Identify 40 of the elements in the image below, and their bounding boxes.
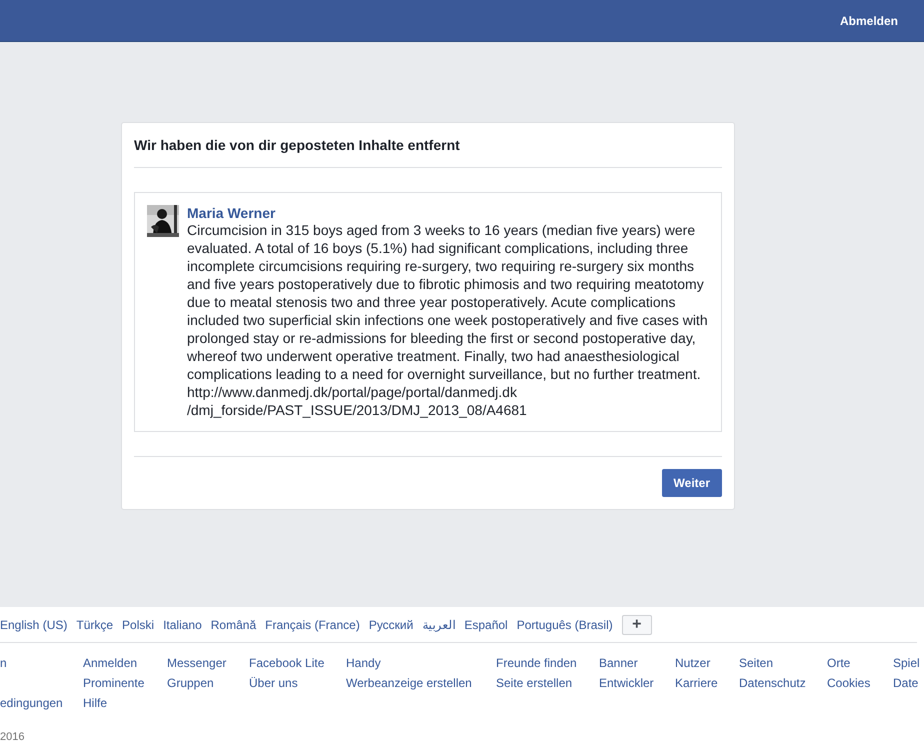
footer-link[interactable]: Orte: [827, 653, 893, 673]
footer-link[interactable]: Seite erstellen: [496, 673, 599, 693]
post-text: Circumcision in 315 boys aged from 3 weeks to 16 years (median five years) were evaluated. A total of 16 boys (5.1%) had significant complications, including three incomplete circumcisions requiring re-surgery, two requiring re-surgery six months and five years postoperatively due to fibrotic phimosis and two requiring meatotomy due to meatal stenosis two and three year postoperatively. Acute complications included two superficial skin infections one week postoperatively and five cases with prolonged stay or re-admissions for bleeding the first or second postoperative day, whereof two underwent operative treatment. Finally, two had anaesthesiological complications leading to a need for overnight surveillance, but no further treatment. http://www.danmedj.dk/portal/page/portal/danmedj.dk /dmj_forside/PAST_ISSUE/2013/DMJ_2013_08/A4681: [187, 221, 709, 419]
footer-link[interactable]: Date: [893, 673, 924, 693]
footer-link[interactable]: Anmelden: [83, 653, 167, 673]
footer-link[interactable]: Über uns: [249, 673, 346, 693]
language-link[interactable]: English (US): [0, 618, 68, 632]
add-language-button[interactable]: +: [622, 615, 652, 635]
footer-link[interactable]: Prominente: [83, 673, 167, 693]
footer-link[interactable]: Messenger: [167, 653, 249, 673]
footer-link[interactable]: Spiel: [893, 653, 924, 673]
footer-link[interactable]: Facebook Lite: [249, 653, 346, 673]
footer-link[interactable]: Handy: [346, 653, 496, 673]
language-link[interactable]: Italiano: [163, 618, 202, 632]
footer-link[interactable]: Nutzer: [675, 653, 739, 673]
footer-link[interactable]: edingungen: [0, 693, 83, 713]
language-link[interactable]: Español: [464, 618, 508, 632]
footer-link[interactable]: Hilfe: [83, 693, 167, 713]
footer-link[interactable]: Datenschutz: [739, 673, 827, 693]
language-link[interactable]: العربية: [422, 618, 456, 632]
language-link[interactable]: Français (France): [265, 618, 360, 632]
language-link[interactable]: Português (Brasil): [516, 618, 613, 632]
language-link[interactable]: Türkçe: [76, 618, 114, 632]
language-link[interactable]: Română: [210, 618, 256, 632]
footer-link[interactable]: Banner: [599, 653, 675, 673]
footer-link[interactable]: n: [0, 653, 83, 673]
dialog-title: Wir haben die von dir geposteten Inhalte entfernt: [134, 123, 722, 168]
author-link[interactable]: Maria Werner: [187, 204, 276, 222]
footer-link[interactable]: Cookies: [827, 673, 893, 693]
footer-link[interactable]: Seiten: [739, 653, 827, 673]
footer-link[interactable]: Gruppen: [167, 673, 249, 693]
footer-link[interactable]: Werbeanzeige erstellen: [346, 673, 496, 693]
copyright-text: 2016: [0, 731, 26, 743]
next-button[interactable]: Weiter: [662, 469, 722, 497]
logout-link[interactable]: Abmelden: [840, 14, 898, 28]
footer-link[interactable]: Freunde finden: [496, 653, 599, 673]
language-link[interactable]: Polski: [122, 618, 154, 632]
footer-link[interactable]: Karriere: [675, 673, 739, 693]
language-link[interactable]: Русский: [368, 618, 414, 632]
footer-link[interactable]: Entwickler: [599, 673, 675, 693]
